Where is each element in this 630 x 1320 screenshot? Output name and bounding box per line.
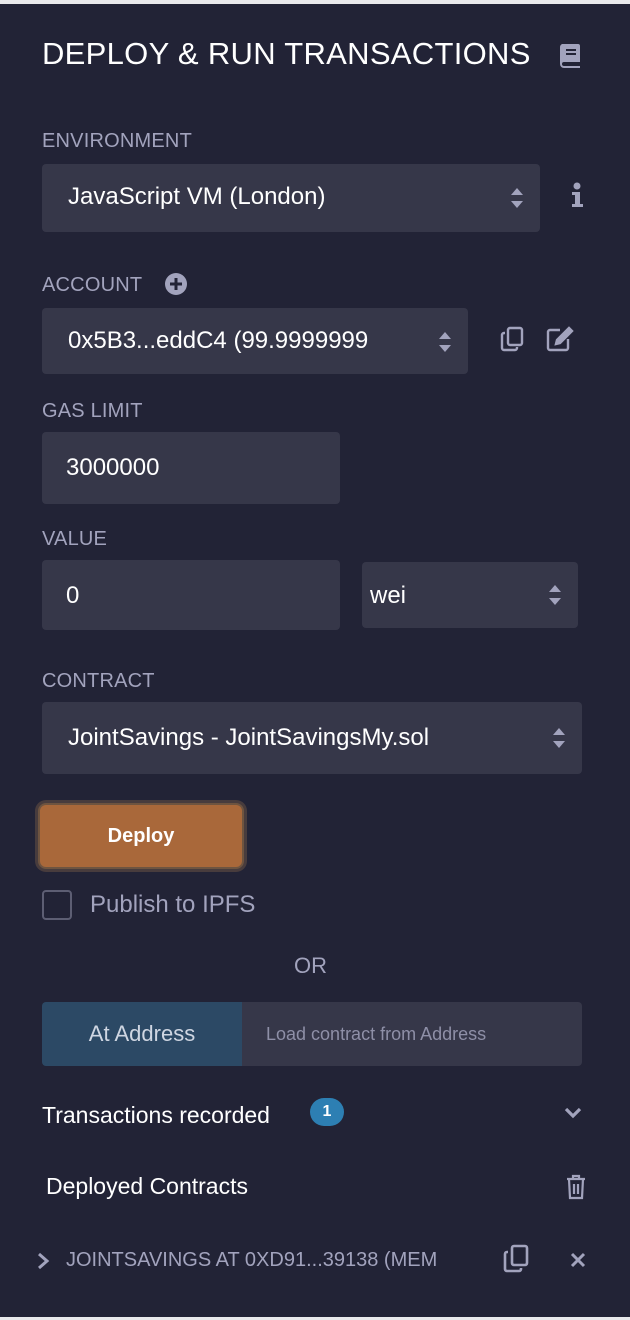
contract-label: CONTRACT: [42, 670, 155, 692]
select-arrows-icon: [511, 188, 523, 208]
account-value: 0x5B3...eddC4 (99.9999999: [68, 327, 369, 354]
publish-ipfs-label: Publish to IPFS: [90, 891, 256, 918]
value-input[interactable]: 0: [42, 560, 340, 630]
load-contract-address-input[interactable]: [242, 1002, 582, 1066]
chevron-down-icon[interactable]: [563, 1106, 583, 1120]
book-icon[interactable]: [558, 42, 582, 68]
trash-icon[interactable]: [566, 1174, 586, 1200]
deployed-contracts-label: Deployed Contracts: [46, 1173, 248, 1199]
gas-limit-input[interactable]: 3000000: [42, 432, 340, 504]
transactions-count-badge: 1: [310, 1098, 344, 1126]
gas-limit-value: 3000000: [66, 454, 160, 481]
select-arrows-icon: [549, 585, 561, 605]
at-address-button[interactable]: At Address: [42, 1002, 242, 1066]
account-select[interactable]: 0x5B3...eddC4 (99.9999999: [42, 308, 468, 374]
or-divider: OR: [294, 953, 327, 978]
environment-value: JavaScript VM (London): [68, 183, 326, 210]
panel-title: DEPLOY & RUN TRANSACTIONS: [42, 36, 531, 71]
contract-select[interactable]: JointSavings - JointSavingsMy.sol: [42, 702, 582, 774]
close-icon[interactable]: [570, 1252, 586, 1268]
chevron-right-icon[interactable]: [36, 1252, 50, 1270]
edit-icon[interactable]: [546, 326, 574, 352]
environment-label: ENVIRONMENT: [42, 130, 192, 152]
copy-icon[interactable]: [502, 1244, 530, 1274]
deployed-contract-title: JOINTSAVINGS AT 0XD91...39138 (MEM: [66, 1249, 438, 1271]
account-label: ACCOUNT: [42, 274, 143, 296]
transactions-recorded-label[interactable]: Transactions recorded: [42, 1102, 270, 1129]
top-border: [0, 0, 630, 4]
environment-select[interactable]: JavaScript VM (London): [42, 164, 540, 232]
gas-limit-label: GAS LIMIT: [42, 400, 143, 422]
value-amount: 0: [66, 582, 80, 609]
value-unit-select[interactable]: wei: [362, 562, 578, 628]
copy-icon[interactable]: [500, 326, 524, 352]
select-arrows-icon: [553, 728, 565, 748]
plus-circle-icon[interactable]: [164, 272, 188, 296]
value-unit: wei: [370, 582, 407, 609]
publish-ipfs-checkbox[interactable]: [42, 890, 72, 920]
deploy-button[interactable]: Deploy: [38, 803, 244, 869]
deployed-contract-item[interactable]: JOINTSAVINGS AT 0XD91...39138 (MEM: [30, 1232, 600, 1288]
select-arrows-icon: [439, 332, 451, 352]
contract-value: JointSavings - JointSavingsMy.sol: [68, 724, 430, 751]
value-label: VALUE: [42, 528, 108, 550]
info-icon[interactable]: [568, 182, 586, 210]
